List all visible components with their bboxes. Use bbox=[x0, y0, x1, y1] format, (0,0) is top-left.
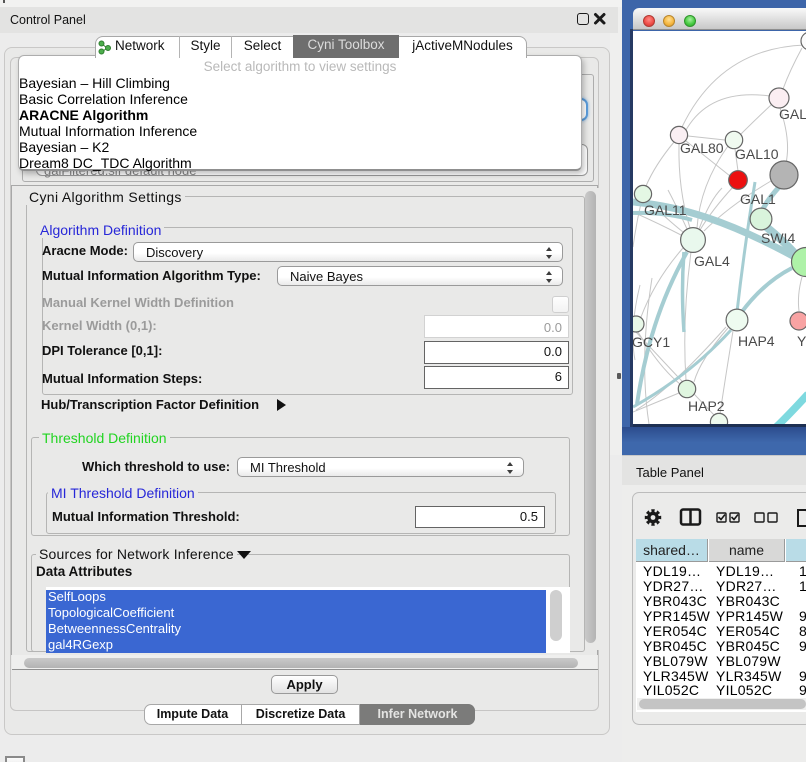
svg-text:GAL4: GAL4 bbox=[694, 253, 730, 269]
svg-text:HAP4: HAP4 bbox=[738, 333, 775, 349]
svg-text:GAL1: GAL1 bbox=[740, 191, 776, 207]
svg-text:GAL80: GAL80 bbox=[680, 140, 724, 156]
svg-text:GAL11: GAL11 bbox=[644, 202, 687, 218]
svg-text:SWI4: SWI4 bbox=[761, 230, 795, 246]
svg-text:Y: Y bbox=[797, 333, 806, 349]
svg-text:GCY1: GCY1 bbox=[633, 334, 670, 350]
svg-text:GAL7: GAL7 bbox=[779, 106, 806, 122]
svg-text:GAL10: GAL10 bbox=[735, 146, 779, 162]
svg-text:HAP2: HAP2 bbox=[688, 398, 725, 414]
